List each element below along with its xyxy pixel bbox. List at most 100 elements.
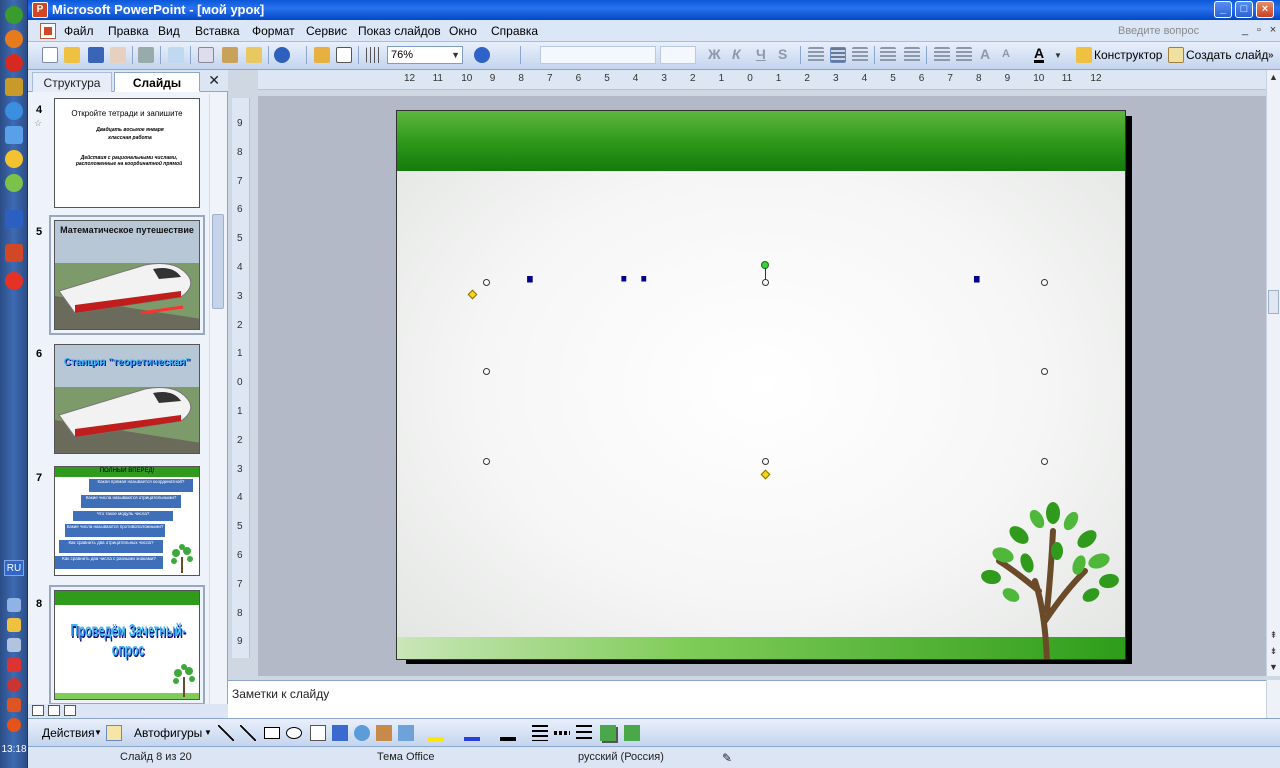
- 3d-style-icon[interactable]: [624, 725, 640, 741]
- bullets-icon[interactable]: [904, 47, 920, 63]
- shadow-icon[interactable]: S: [778, 46, 787, 62]
- resize-handle-se[interactable]: [1041, 458, 1048, 465]
- menu-help[interactable]: Справка: [491, 24, 538, 38]
- tab-slides[interactable]: Слайды: [114, 72, 200, 92]
- notes-scrollbar[interactable]: [1266, 680, 1280, 718]
- doc-restore-button[interactable]: ▫: [1252, 23, 1266, 37]
- opera-browser-icon[interactable]: [5, 272, 23, 290]
- ie-icon[interactable]: [5, 102, 23, 120]
- textbox-icon[interactable]: [310, 725, 326, 741]
- designer-icon[interactable]: [1076, 47, 1092, 63]
- ask-question-input[interactable]: Введите вопрос: [1116, 23, 1226, 39]
- doc-close-button[interactable]: ×: [1266, 23, 1280, 37]
- tray-icon-update[interactable]: [7, 678, 21, 692]
- tray-icon-network[interactable]: [7, 598, 21, 612]
- menu-view[interactable]: Вид: [158, 24, 180, 38]
- shrink-font-icon[interactable]: A: [1002, 48, 1010, 60]
- start-icon[interactable]: [5, 6, 23, 24]
- autoshapes-menu-button[interactable]: Автофигуры: [134, 726, 202, 740]
- resize-handle-w[interactable]: [483, 368, 490, 375]
- adjust-handle[interactable]: [467, 289, 478, 300]
- flash-icon[interactable]: [5, 78, 23, 96]
- designer-button[interactable]: Конструктор: [1094, 48, 1162, 62]
- scroll-down-icon[interactable]: ▼: [1267, 662, 1280, 672]
- powerpoint-app-icon[interactable]: P: [32, 2, 48, 18]
- tray-icon-monitor[interactable]: [7, 638, 21, 652]
- doc-minimize-button[interactable]: _: [1238, 23, 1252, 37]
- notes-placeholder[interactable]: Заметки к слайду: [232, 687, 329, 701]
- slide-thumbnail-5[interactable]: Математическое путешествие: [49, 215, 205, 335]
- line-icon[interactable]: [218, 725, 234, 741]
- paste-icon[interactable]: [222, 47, 238, 63]
- actions-menu-button[interactable]: Действия: [42, 726, 95, 740]
- notes-pane[interactable]: Заметки к слайду: [228, 680, 1266, 718]
- resize-handle-sw[interactable]: [483, 458, 490, 465]
- menu-edit[interactable]: Правка: [108, 24, 149, 38]
- align-right-icon[interactable]: [852, 47, 868, 63]
- zoom-select[interactable]: 76% ▼: [387, 46, 463, 64]
- align-center-icon[interactable]: [830, 47, 846, 63]
- grid-icon[interactable]: [366, 47, 382, 63]
- resize-handle-s[interactable]: [762, 458, 769, 465]
- slide-sorter-icon[interactable]: [48, 705, 60, 716]
- language-indicator[interactable]: RU: [4, 560, 24, 576]
- menu-file[interactable]: Файл: [64, 24, 94, 38]
- line-style-icon[interactable]: [532, 725, 548, 741]
- diagram-icon[interactable]: [354, 725, 370, 741]
- scrollbar-thumb[interactable]: [212, 214, 224, 309]
- numbering-icon[interactable]: [880, 47, 896, 63]
- chevron-down-icon[interactable]: ▼: [94, 728, 102, 737]
- slide-thumbnail-6[interactable]: Станция "теоретическая": [54, 344, 200, 454]
- resize-handle-e[interactable]: [1041, 368, 1048, 375]
- fill-color-icon[interactable]: [428, 725, 444, 741]
- adjust-handle[interactable]: [760, 469, 771, 480]
- slide-thumbnail-8[interactable]: Проведём Зачетный-опрос: [49, 585, 205, 704]
- menu-format[interactable]: Формат: [252, 24, 295, 38]
- powerpoint-icon[interactable]: [5, 244, 23, 262]
- arrow-style-icon[interactable]: [576, 725, 592, 741]
- tray-icon-antivirus[interactable]: [7, 718, 21, 732]
- slideshow-view-icon[interactable]: [64, 705, 76, 716]
- rectangle-icon[interactable]: [264, 727, 280, 739]
- picture-icon[interactable]: [398, 725, 414, 741]
- new-slide-icon[interactable]: [1168, 47, 1184, 63]
- font-color-icon[interactable]: [500, 725, 516, 741]
- document-icon[interactable]: [40, 23, 56, 39]
- permission-icon[interactable]: [110, 47, 126, 63]
- wordart-title[interactable]: Проведём Зачетный-опрос Проведём Зачетны…: [483, 276, 1043, 416]
- decrease-indent-icon[interactable]: [934, 47, 950, 63]
- clock[interactable]: 13:18: [0, 744, 28, 755]
- oval-icon[interactable]: [286, 727, 302, 739]
- maximize-button[interactable]: □: [1235, 1, 1253, 18]
- font-size-select[interactable]: [660, 46, 696, 64]
- grow-font-icon[interactable]: A: [980, 46, 990, 62]
- wordart-icon[interactable]: [332, 725, 348, 741]
- tray-icon-star[interactable]: [7, 618, 21, 632]
- normal-view-icon[interactable]: [32, 705, 44, 716]
- slide-thumbnail-7[interactable]: ПОЛНЫЙ ВПЕРЕД! Какая прямая называется к…: [54, 466, 200, 576]
- select-pointer-icon[interactable]: [106, 725, 122, 741]
- copy-icon[interactable]: [198, 47, 214, 63]
- font-name-select[interactable]: [540, 46, 656, 64]
- menu-slideshow[interactable]: Показ слайдов: [358, 24, 441, 38]
- spelling-icon[interactable]: [168, 47, 184, 63]
- menu-tools[interactable]: Сервис: [306, 24, 347, 38]
- help-icon[interactable]: [474, 47, 490, 63]
- scrollbar-thumb[interactable]: [1268, 290, 1279, 314]
- italic-icon[interactable]: К: [732, 46, 741, 62]
- print-icon[interactable]: [138, 47, 154, 63]
- shadow-style-icon[interactable]: [600, 725, 616, 741]
- slide-thumbnail-4[interactable]: Откройте тетради и запишите Двадцать вос…: [54, 98, 200, 208]
- toolbar-options-icon[interactable]: »: [1268, 50, 1274, 61]
- align-left-icon[interactable]: [808, 47, 824, 63]
- close-button[interactable]: ×: [1256, 1, 1274, 18]
- slides-pane-scrollbar[interactable]: [209, 94, 225, 704]
- font-color-icon[interactable]: A: [1034, 46, 1045, 63]
- insert-table-icon[interactable]: [336, 47, 352, 63]
- open-icon[interactable]: [64, 47, 80, 63]
- increase-indent-icon[interactable]: [956, 47, 972, 63]
- slide-scrollbar[interactable]: ▲ ⇞ ⇟ ▼: [1266, 70, 1280, 676]
- underline-icon[interactable]: Ч: [756, 46, 766, 62]
- arrow-icon[interactable]: [240, 725, 256, 741]
- webcam-icon[interactable]: [5, 174, 23, 192]
